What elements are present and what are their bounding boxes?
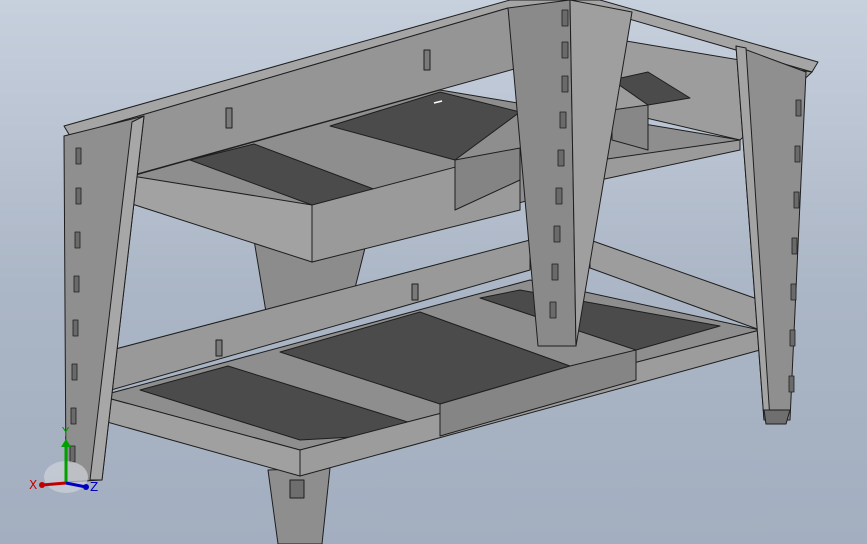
tab [74,231,81,249]
tab [561,9,569,27]
tab [73,275,80,293]
y-axis-label: Y [61,425,70,439]
y-arrow-icon [61,439,71,447]
slot [225,107,233,129]
tab [549,301,557,319]
right-leg-foot [763,409,791,425]
tab [75,187,82,205]
slot [215,339,223,357]
tab [553,225,561,243]
tab [794,145,801,163]
tab [788,375,795,393]
slot [411,283,419,301]
x-axis-label: X [29,478,37,492]
tab [789,329,796,347]
z-arrow-icon [83,484,89,490]
tab [557,149,565,167]
tab [795,99,802,117]
tab [71,363,78,381]
tab [790,283,797,301]
tab [555,187,563,205]
tab [75,147,82,165]
model-viewport[interactable]: Y X Z [0,0,867,544]
bench-3d-model[interactable] [0,0,867,544]
tab [559,111,567,129]
leg-slot [289,479,305,499]
tab [72,319,79,337]
front-center-leg [267,467,331,544]
tab [561,41,569,59]
slot [423,49,431,71]
tab [551,263,559,281]
tab [793,191,800,209]
tab [70,407,77,425]
tab [791,237,798,255]
orientation-triad[interactable]: Y X Z [28,425,108,500]
z-axis-label: Z [90,480,98,494]
tab [561,75,569,93]
x-arrow-icon [39,482,45,488]
x-axis-icon [41,481,67,487]
